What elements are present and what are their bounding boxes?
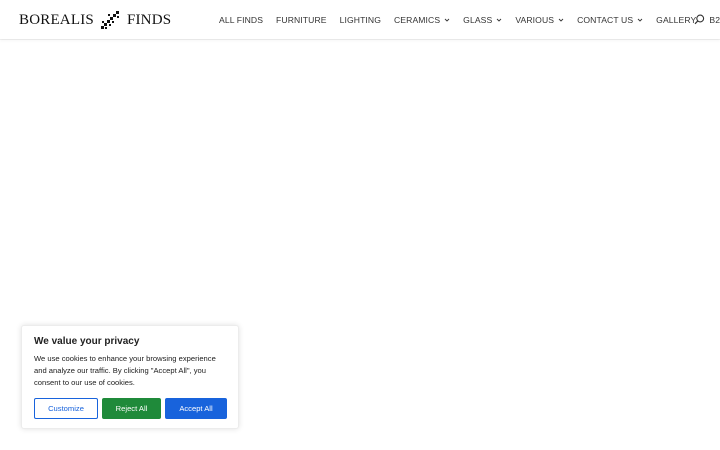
search-icon[interactable] bbox=[694, 14, 705, 25]
nav-item-label: B2B bbox=[709, 14, 720, 25]
accept-all-button[interactable]: Accept All bbox=[165, 398, 227, 419]
nav-item-label: CERAMICS bbox=[394, 14, 441, 25]
nav-item-gallery[interactable]: GALLERY bbox=[656, 15, 696, 25]
nav-item-label: VARIOUS bbox=[515, 14, 555, 25]
main-nav: ALL FINDS FURNITURE LIGHTING CERAMICS GL… bbox=[219, 13, 720, 26]
nav-item-label: GLASS bbox=[463, 14, 493, 25]
nav-item-various[interactable]: VARIOUS bbox=[515, 15, 564, 25]
chevron-down-icon bbox=[558, 18, 564, 22]
nav-item-label: LIGHTING bbox=[339, 14, 381, 25]
nav-item-lighting[interactable]: LIGHTING bbox=[340, 15, 381, 25]
logo-text-right: FINDS bbox=[126, 11, 172, 28]
chevron-down-icon bbox=[637, 18, 643, 22]
chevron-down-icon bbox=[497, 18, 502, 22]
site-header: BOREALIS FINDS ALL FINDS FURNITURE LIGHT… bbox=[0, 0, 720, 39]
nav-item-furniture[interactable]: FURNITURE bbox=[276, 15, 327, 25]
cookie-description: We use cookies to enhance your browsing … bbox=[34, 354, 216, 387]
nav-item-label: GALLERY bbox=[656, 14, 697, 25]
nav-item-contact-us[interactable]: CONTACT US bbox=[577, 15, 643, 25]
nav-item-label: ALL FINDS bbox=[219, 14, 264, 25]
nav-item-glass[interactable]: GLASS bbox=[463, 15, 502, 25]
customize-button[interactable]: Customize bbox=[34, 398, 98, 419]
nav-item-ceramics[interactable]: CERAMICS bbox=[394, 15, 450, 25]
nav-item-all-finds[interactable]: ALL FINDS bbox=[219, 15, 263, 25]
chevron-down-icon bbox=[444, 18, 450, 22]
cookie-title: We value your privacy bbox=[34, 336, 140, 347]
pixel-steps-icon bbox=[100, 11, 119, 29]
nav-item-label: FURNITURE bbox=[276, 14, 327, 25]
cookie-consent-banner: We value your privacy We use cookies to … bbox=[21, 325, 239, 429]
site-logo[interactable]: BOREALIS FINDS bbox=[19, 10, 171, 30]
reject-all-button[interactable]: Reject All bbox=[102, 398, 161, 419]
logo-text-left: BOREALIS bbox=[19, 11, 94, 28]
nav-item-b2b[interactable]: B2B bbox=[709, 15, 720, 25]
nav-item-label: CONTACT US bbox=[577, 14, 634, 25]
